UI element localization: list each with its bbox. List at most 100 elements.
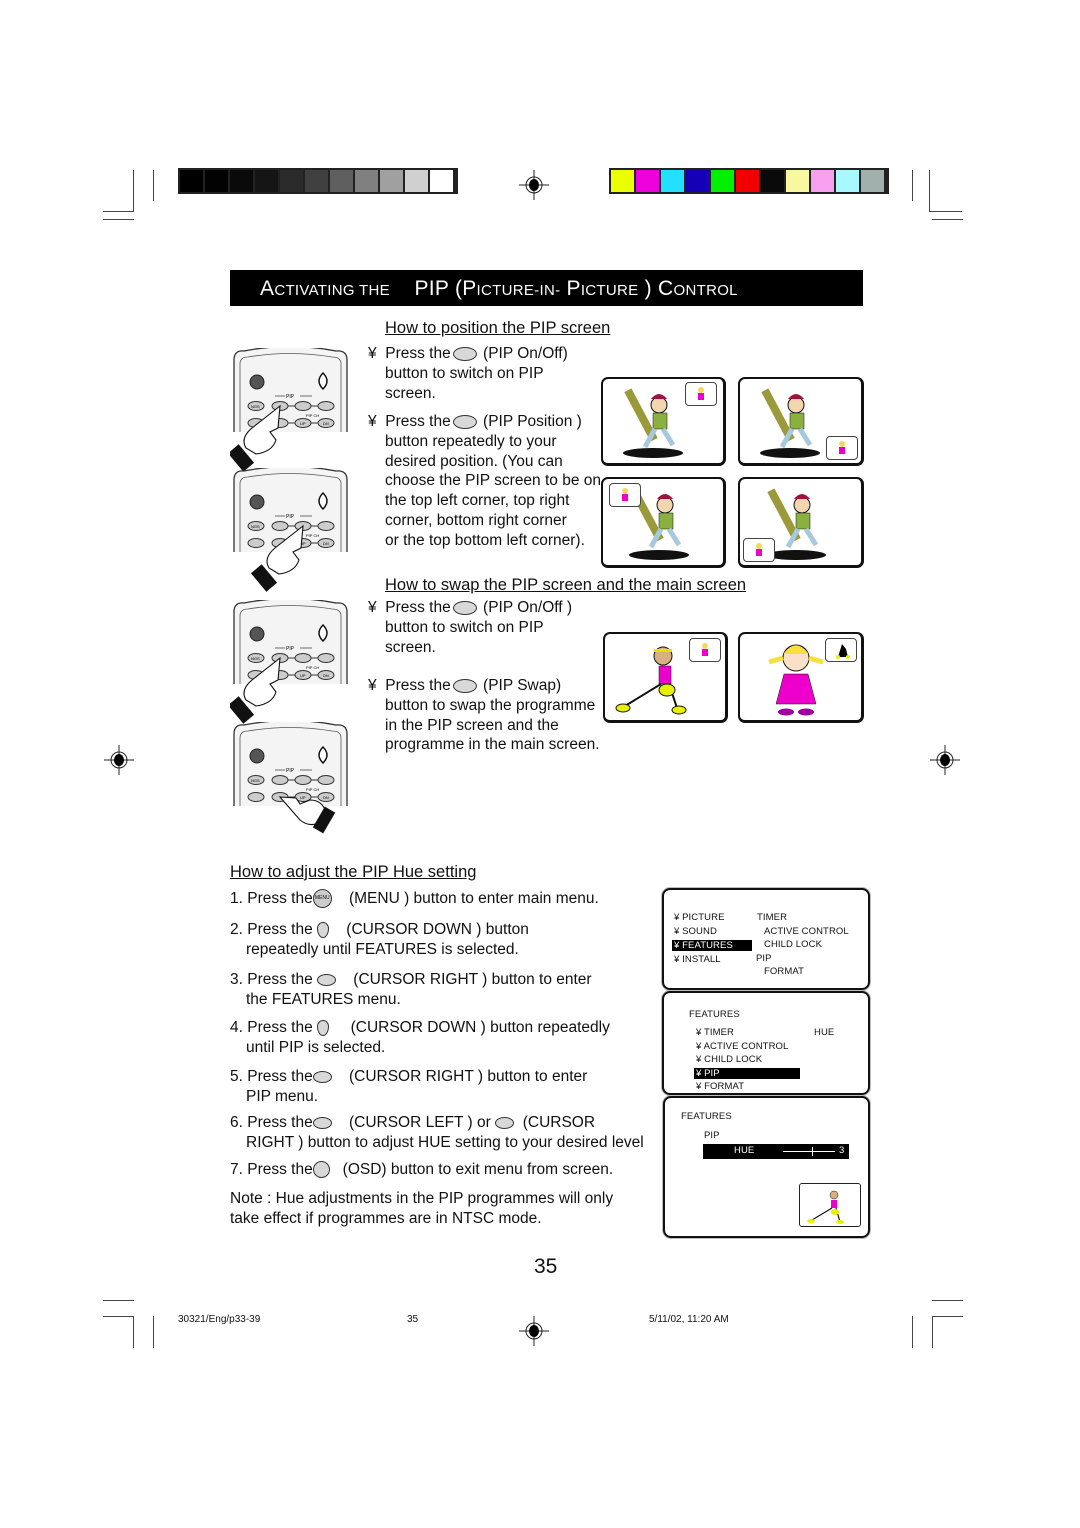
tv-screen-pip-top-left: [601, 477, 726, 568]
bullet: ¥: [368, 413, 377, 430]
remote-control-svg: PIP NGS PIP CH UP DN: [233, 719, 348, 834]
footer-timestamp: 5/11/02, 11:20 AM: [649, 1314, 729, 1325]
color-swatch: [711, 170, 734, 192]
cursor-down-button-icon: [317, 1019, 330, 1036]
osd-features-item[interactable]: ¥ TIMER: [696, 1027, 734, 1038]
registration-mark-icon: [104, 745, 134, 775]
section-heading-swap: How to swap the PIP screen and the main …: [385, 576, 747, 594]
remote-control-illustration: PIP NGS PIP CH UP DN: [230, 719, 352, 840]
crop-mark: [932, 1316, 963, 1317]
osd-submenu-item[interactable]: TIMER: [757, 912, 787, 923]
osd-submenu-item[interactable]: FORMAT: [764, 966, 804, 977]
svg-text:UP: UP: [300, 421, 306, 426]
step-text: Press the: [247, 1068, 313, 1085]
cursor-right-button-icon: [495, 1116, 515, 1129]
note-text: Note : Hue adjustments in the PIP progra…: [230, 1190, 614, 1207]
osd-submenu-item[interactable]: CHILD LOCK: [764, 939, 822, 950]
svg-text:DN: DN: [323, 673, 329, 678]
step-text: the top left corner, top right: [385, 492, 570, 510]
step-text: button repeatedly to your: [385, 432, 557, 450]
hue-label: HUE: [734, 1145, 755, 1156]
color-swatch: [255, 170, 278, 192]
svg-text:NGS: NGS: [251, 778, 260, 783]
crop-mark: [153, 1316, 154, 1348]
step-text: screen.: [385, 638, 436, 656]
osd-menu-item-picture[interactable]: ¥ PICTURE: [674, 912, 725, 923]
pip-swap-button-icon: [452, 678, 477, 693]
color-swatch: [405, 170, 428, 192]
svg-text:NGS: NGS: [251, 404, 260, 409]
osd-submenu-item[interactable]: HUE: [814, 1027, 834, 1038]
position-step-1: ¥ Press the (PIP On/Off) button to switc…: [368, 344, 598, 403]
pip-preview-window: [799, 1183, 861, 1227]
pip-onoff-button-icon: [452, 600, 477, 615]
osd-main-menu: ¥ PICTURE ¥ SOUND ¥ FEATURES ¥ INSTALL TIMER…: [662, 888, 870, 990]
osd-submenu-item[interactable]: PIP: [756, 953, 772, 964]
hue-slider[interactable]: [783, 1147, 835, 1156]
step-number: 1.: [230, 890, 243, 907]
osd-menu-item-sound[interactable]: ¥ SOUND: [674, 926, 717, 937]
step-text: until PIP is selected.: [246, 1038, 386, 1056]
button-name: (PIP On/Off): [483, 345, 568, 362]
osd-title: FEATURES: [681, 1111, 732, 1122]
step-text: PIP menu.: [246, 1087, 319, 1105]
osd-features-item[interactable]: ¥ ACTIVE CONTROL: [696, 1041, 788, 1052]
osd-menu-item-install[interactable]: ¥ INSTALL: [674, 954, 721, 965]
crop-mark: [133, 1316, 134, 1348]
cursor-left-button-icon: [312, 1116, 332, 1129]
step-number: 4.: [230, 1019, 243, 1036]
swap-step-2: ¥ Press the (PIP Swap) button to swap th…: [368, 676, 618, 755]
step-text: Press the: [385, 413, 451, 430]
grayscale-calibration-bar: [178, 168, 458, 194]
pip-window: [825, 638, 857, 662]
step-text: Press the: [247, 890, 313, 907]
crop-mark: [932, 1316, 933, 1348]
step-text: Press the: [247, 1019, 313, 1036]
color-swatch: [430, 170, 453, 192]
remote-control-illustration: PIP NGS PIP CH UP DN: [227, 597, 352, 724]
step-text: RIGHT ) button to adjust HUE setting to …: [246, 1133, 644, 1151]
svg-text:PIP CH: PIP CH: [306, 787, 319, 792]
registration-mark-icon: [930, 745, 960, 775]
hue-setting-row[interactable]: HUE 3: [703, 1144, 849, 1159]
crop-mark: [103, 1316, 134, 1317]
cursor-right-button-icon: [317, 973, 337, 986]
color-swatch: [661, 170, 684, 192]
step-text: (MENU ) button to enter main menu.: [348, 890, 599, 907]
tv-screen-pip-top-right: [601, 377, 726, 466]
step-text: in the PIP screen and the: [385, 716, 559, 734]
registration-mark-icon: [519, 1316, 549, 1346]
svg-text:PIP: PIP: [286, 394, 295, 400]
osd-submenu-item[interactable]: ACTIVE CONTROL: [764, 926, 849, 937]
step-text: desired position. (You can: [385, 452, 563, 470]
osd-features-item[interactable]: ¥ FORMAT: [696, 1081, 744, 1092]
step-text: or the top bottom left corner).: [385, 531, 585, 549]
remote-control-illustration: PIP NGS PIP CH UP DN: [230, 465, 352, 592]
step-text: choose the PIP screen to be on: [385, 472, 602, 490]
footer-file: 30321/Eng/p33-39: [178, 1314, 261, 1325]
crop-mark: [103, 1300, 134, 1301]
hue-slider-thumb[interactable]: [811, 1147, 813, 1156]
step-number: 2.: [230, 921, 243, 938]
color-swatch: [686, 170, 709, 192]
color-swatch: [180, 170, 203, 192]
color-swatch: [611, 170, 634, 192]
step-text: (OSD) button to exit menu from screen.: [342, 1161, 614, 1178]
step-text: (CURSOR RIGHT ) button to enter: [353, 971, 592, 988]
remote-control-svg: PIP NGS PIP CH UP DN: [233, 465, 348, 592]
athlete-illustration: [807, 1190, 844, 1224]
step-text: Press the: [247, 1114, 313, 1131]
osd-subtitle: PIP: [704, 1130, 720, 1141]
osd-features-item[interactable]: ¥ PIP: [694, 1067, 800, 1079]
osd-features-item[interactable]: ¥ CHILD LOCK: [696, 1054, 762, 1065]
osd-title: FEATURES: [689, 1009, 740, 1020]
menu-button-icon: MENU: [312, 889, 332, 909]
osd-menu-item-features[interactable]: ¥ FEATURES: [672, 940, 752, 951]
svg-text:PIP: PIP: [286, 768, 295, 774]
button-name: (PIP On/Off ): [483, 599, 573, 616]
step-number: 6.: [230, 1114, 243, 1131]
osd-features-menu: FEATURES ¥ TIMER ¥ ACTIVE CONTROL ¥ CHILD …: [662, 991, 870, 1095]
page-number: 35: [534, 1255, 558, 1278]
osd-pip-menu: FEATURES PIP HUE 3: [663, 1096, 870, 1238]
pip-window: [609, 483, 641, 507]
